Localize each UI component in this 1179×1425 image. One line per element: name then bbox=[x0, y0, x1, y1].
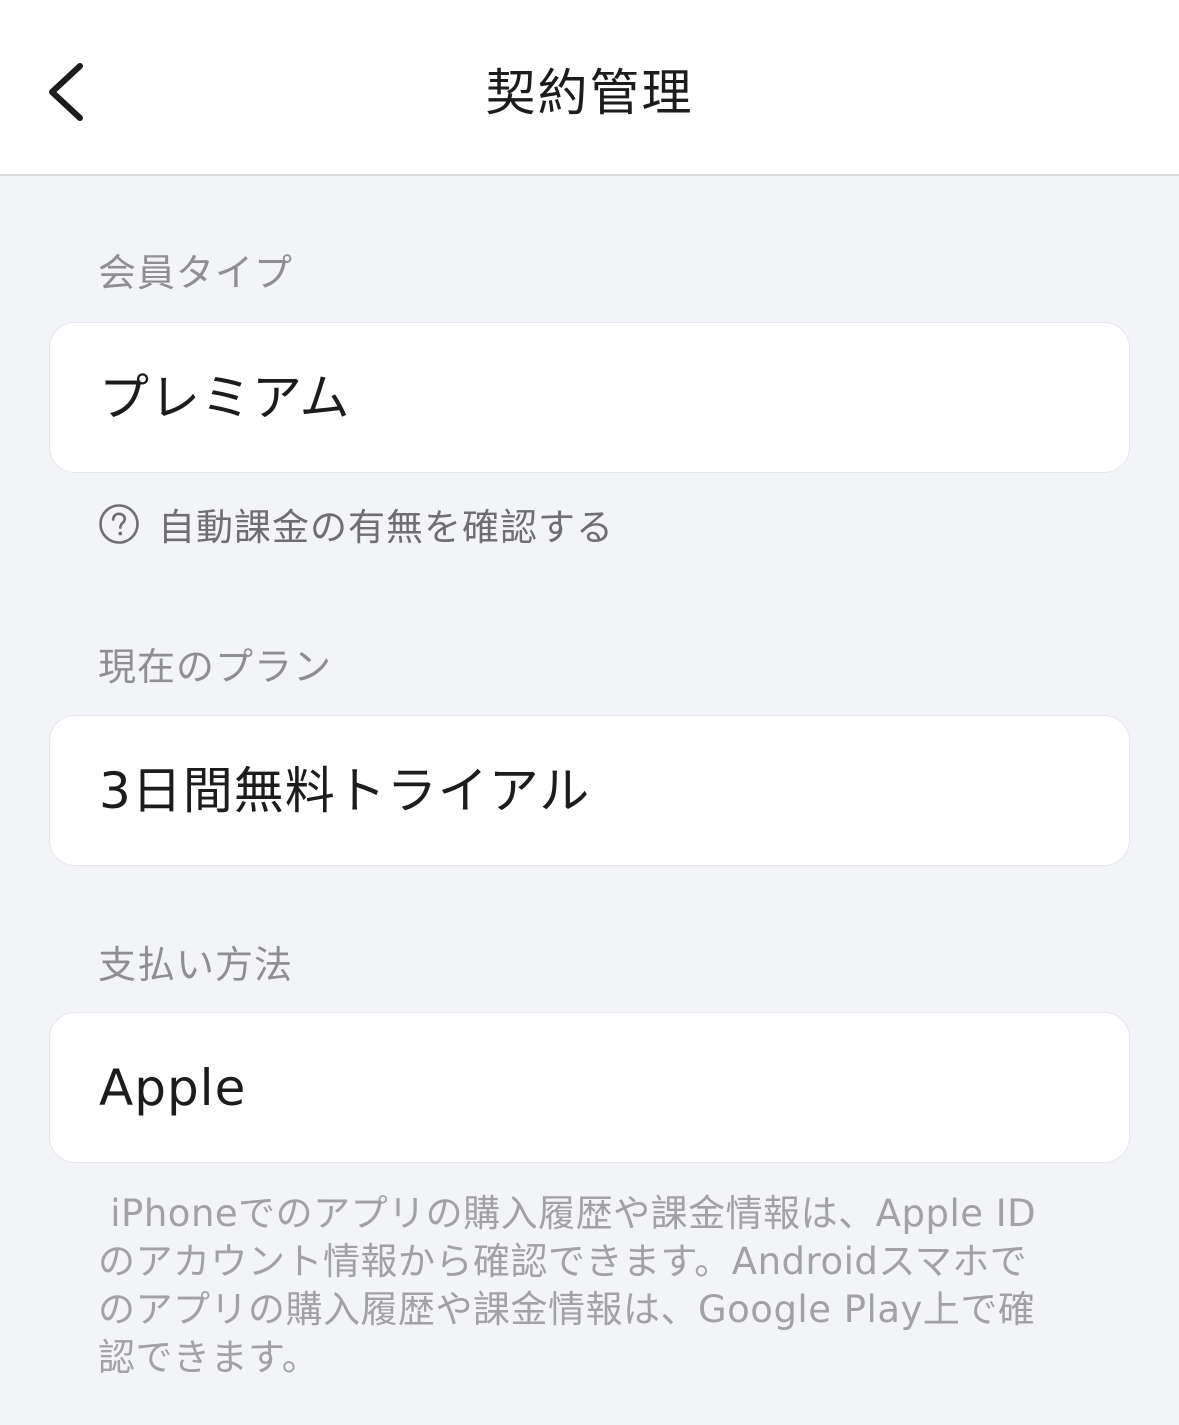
payment-method-value: Apple bbox=[99, 1059, 247, 1117]
purchase-history-note: iPhoneでのアプリの購入履歴や課金情報は、Apple ID のアカウント情報… bbox=[98, 1192, 1037, 1379]
membership-type-label: 会員タイプ bbox=[98, 251, 294, 295]
membership-type-card: プレミアム bbox=[49, 322, 1130, 473]
membership-type-value: プレミアム bbox=[99, 369, 351, 427]
check-auto-billing-text: 自動課金の有無を確認する bbox=[158, 506, 614, 549]
current-plan-label: 現在のプラン bbox=[98, 645, 333, 689]
current-plan-value: 3日間無料トライアル bbox=[99, 762, 591, 820]
page-title: 契約管理 bbox=[485, 64, 694, 122]
payment-method-card: Apple bbox=[49, 1012, 1130, 1163]
current-plan-card: 3日間無料トライアル bbox=[49, 715, 1130, 866]
question-circle-icon bbox=[99, 504, 139, 544]
check-auto-billing-link[interactable]: 自動課金の有無を確認する bbox=[98, 500, 614, 549]
payment-method-label: 支払い方法 bbox=[98, 943, 294, 987]
navigation-bar: 契約管理 bbox=[0, 0, 1179, 176]
